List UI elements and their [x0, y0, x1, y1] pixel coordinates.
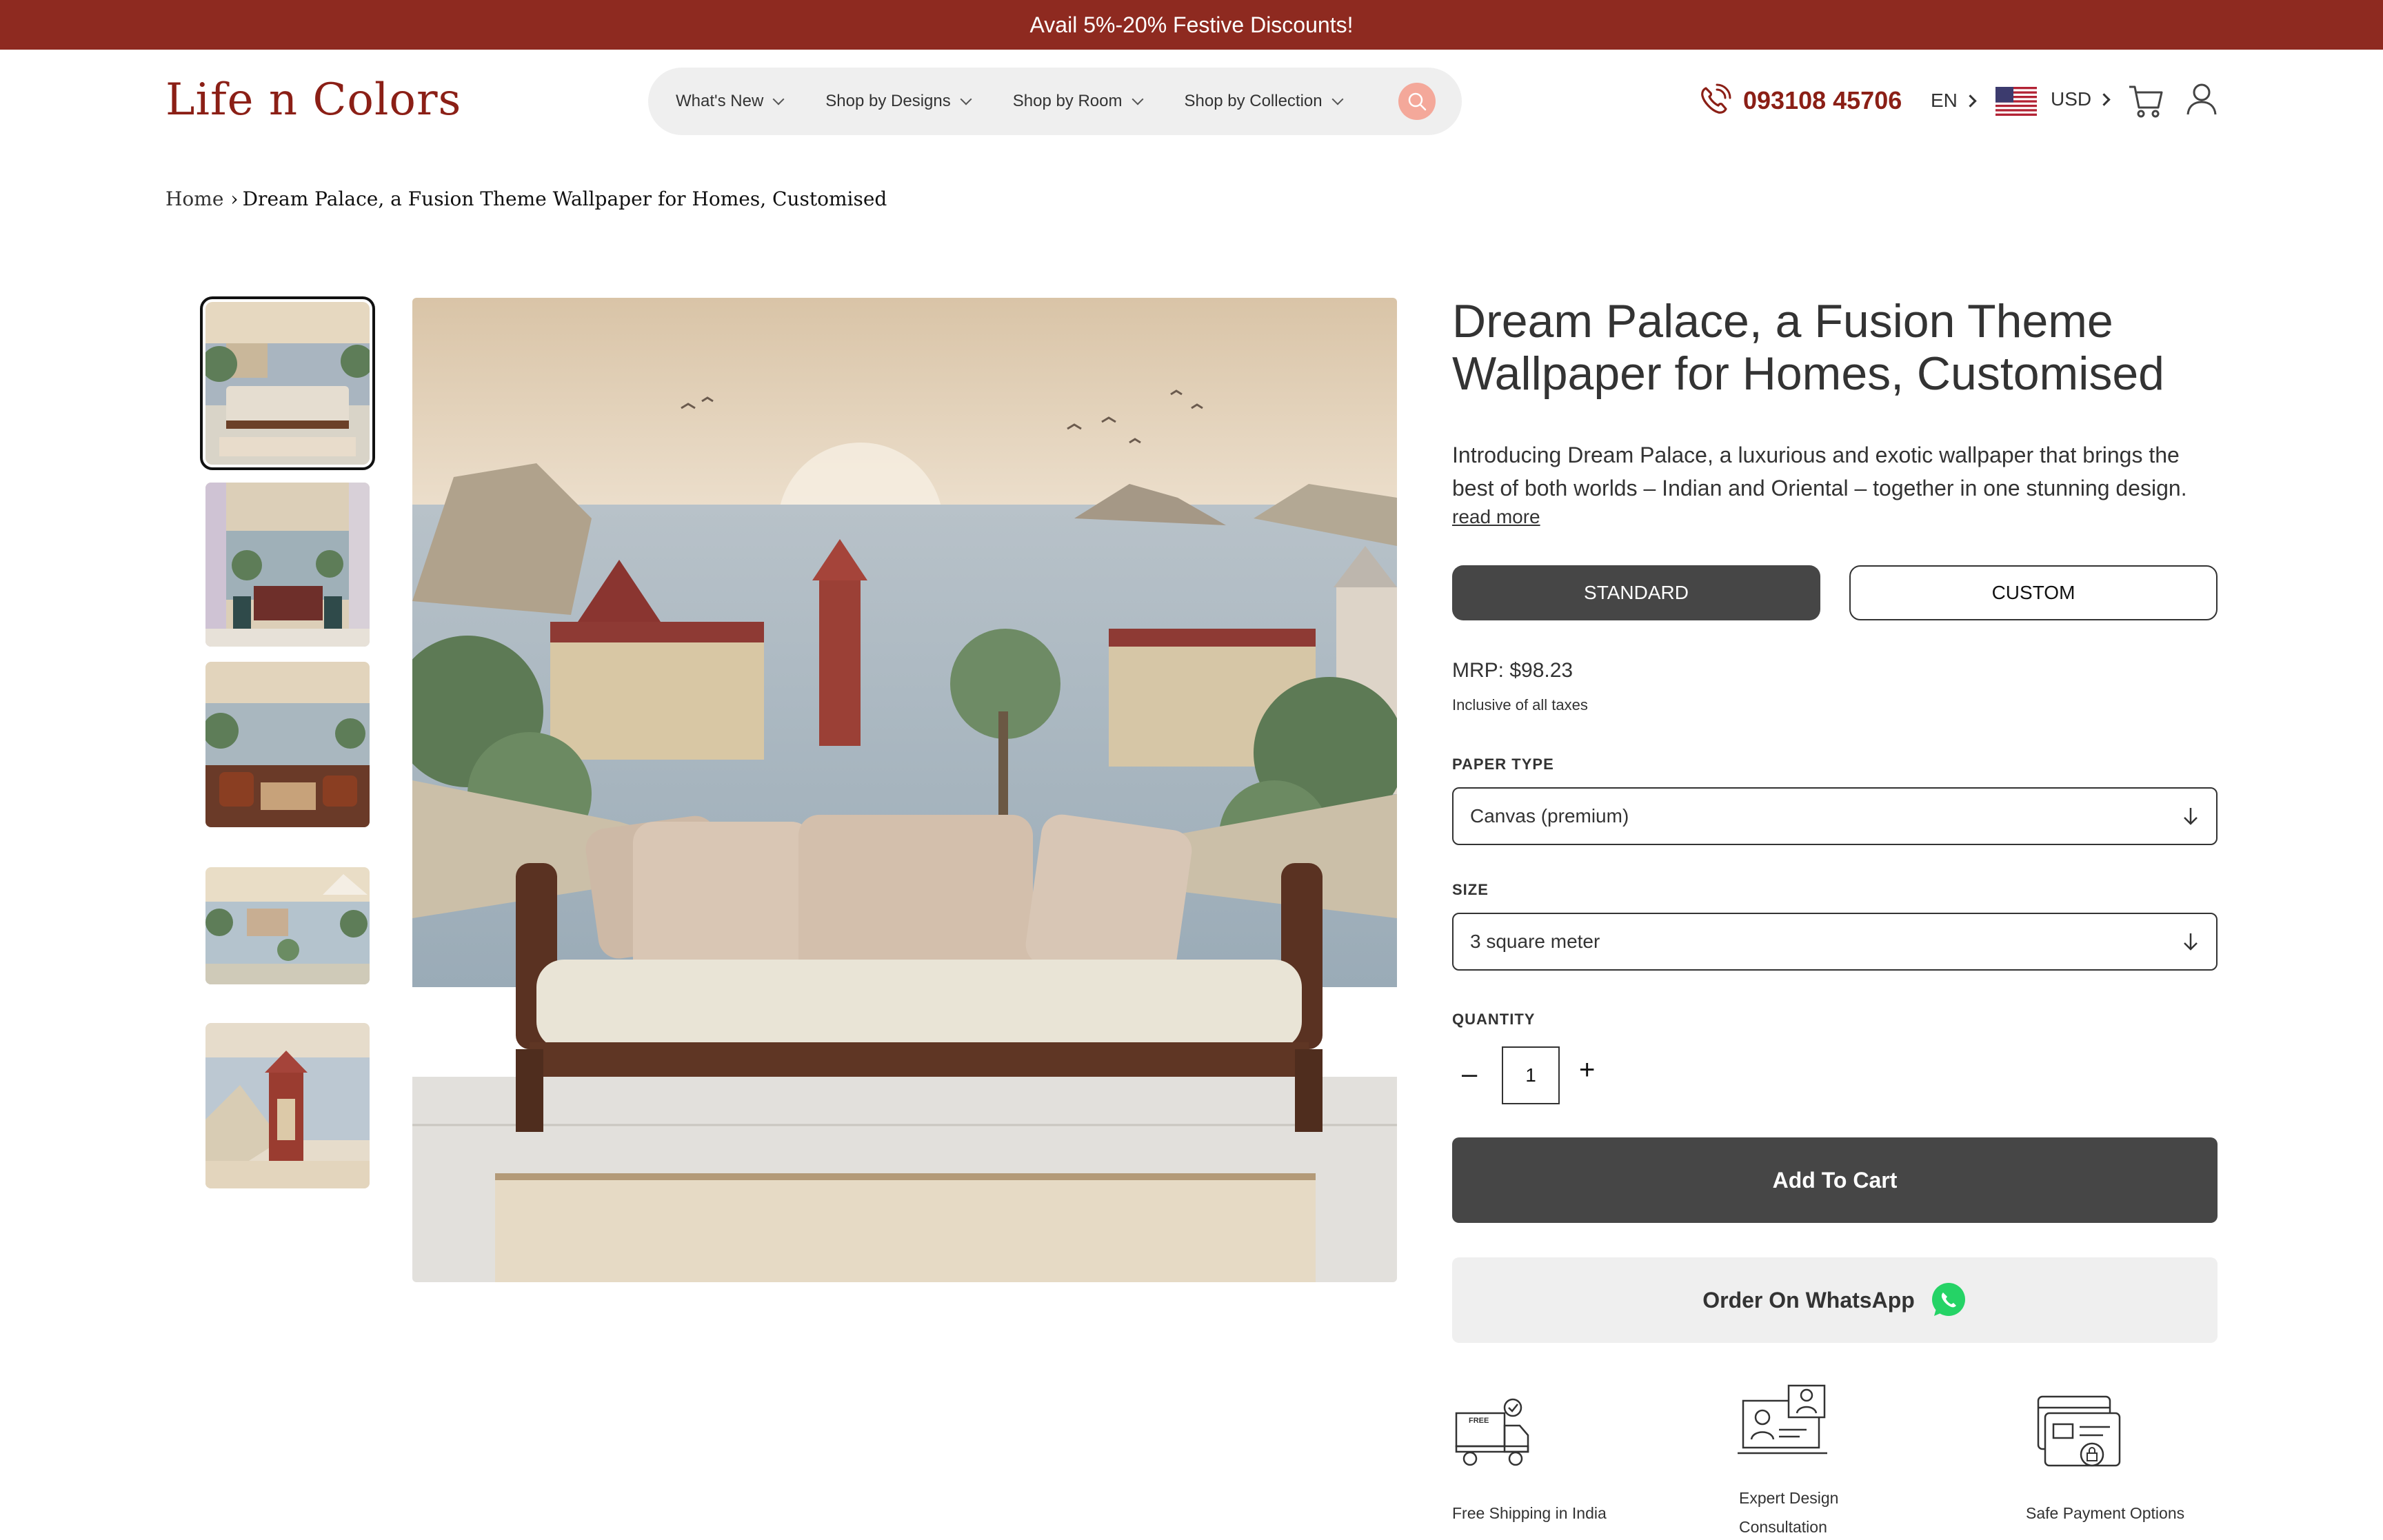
phone-icon [1701, 83, 1731, 114]
quantity-increase-button[interactable]: + [1579, 1055, 1595, 1086]
chevron-right-icon [1964, 94, 1977, 108]
design-consultation-label: Expert Design Consultation [1739, 1483, 1838, 1540]
nav-shop-by-collection-label: Shop by Collection [1184, 92, 1323, 110]
product-description-line-2: best of both worlds – Indian and Orienta… [1452, 476, 2187, 500]
safe-payment-label: Safe Payment Options [2026, 1504, 2185, 1522]
currency-label: USD [2051, 88, 2092, 110]
paper-type-select[interactable]: Canvas (premium) [1452, 787, 2218, 845]
nav-shop-by-designs-label: Shop by Designs [825, 92, 951, 110]
breadcrumb-home[interactable]: Home [165, 188, 223, 210]
search-button[interactable] [1398, 83, 1436, 120]
quantity-decrease-button[interactable]: – [1462, 1059, 1477, 1090]
cart-icon [2129, 85, 2163, 118]
product-description: Introducing Dream Palace, a luxurious an… [1452, 438, 2211, 505]
paper-type-value: Canvas (premium) [1470, 805, 1629, 827]
nav-shop-by-designs[interactable]: Shop by Designs [825, 92, 972, 111]
add-to-cart-button[interactable]: Add To Cart [1452, 1137, 2218, 1223]
breadcrumb-separator: › [230, 188, 239, 210]
account-button[interactable] [2184, 81, 2219, 121]
paper-type-label: PAPER TYPE [1452, 756, 1554, 773]
thumbnail-3[interactable] [205, 662, 370, 827]
phone-number: 093108 45706 [1743, 86, 1902, 114]
currency-selector[interactable]: USD [2051, 88, 2111, 110]
language-label: EN [1931, 90, 1958, 111]
main-nav: What's New Shop by Designs Shop by Room … [648, 68, 1462, 135]
size-label: SIZE [1452, 881, 1489, 898]
thumbnail-4[interactable] [205, 867, 370, 984]
design-consultation-label-line-1: Expert Design [1739, 1489, 1839, 1507]
nav-whats-new-label: What's New [676, 92, 764, 110]
arrow-down-icon [2184, 808, 2198, 825]
chevron-right-icon [2098, 92, 2111, 106]
product-title-line-1: Dream Palace, a Fusion Theme [1452, 295, 2113, 347]
breadcrumb: Home › Dream Palace, a Fusion Theme Wallpa… [165, 188, 887, 210]
us-flag-icon[interactable] [1995, 87, 2037, 116]
chevron-down-icon [1331, 93, 1344, 105]
thumbnail-1[interactable] [200, 296, 375, 470]
product-description-line-1: Introducing Dream Palace, a luxurious an… [1452, 443, 2180, 467]
safe-payment-icon [2034, 1392, 2121, 1472]
design-consultation-icon [1738, 1381, 1834, 1464]
free-shipping-label: Free Shipping in India [1452, 1504, 1607, 1522]
size-select[interactable]: 3 square meter [1452, 913, 2218, 971]
breadcrumb-current: Dream Palace, a Fusion Theme Wallpaper f… [242, 188, 887, 210]
size-value: 3 square meter [1470, 931, 1600, 952]
free-shipping-icon: FREE [1452, 1392, 1542, 1475]
product-price: MRP: $98.23 [1452, 659, 1573, 682]
search-icon [1408, 92, 1427, 111]
language-selector[interactable]: EN [1931, 90, 1977, 112]
design-consultation-label-line-2: Consultation [1739, 1518, 1827, 1536]
arrow-down-icon [2184, 933, 2198, 951]
tax-note: Inclusive of all taxes [1452, 696, 1588, 713]
chevron-down-icon [960, 93, 972, 105]
custom-option-button[interactable]: CUSTOM [1849, 565, 2218, 620]
product-main-image[interactable] [412, 298, 1397, 1282]
quantity-input[interactable]: 1 [1502, 1046, 1560, 1104]
user-icon [2186, 83, 2217, 115]
product-title-line-2: Wallpaper for Homes, Customised [1452, 347, 2164, 400]
order-whatsapp-button[interactable]: Order On WhatsApp [1452, 1257, 2218, 1343]
phone-link[interactable]: 093108 45706 [1696, 83, 1902, 119]
whatsapp-icon [1931, 1283, 1965, 1316]
thumbnail-5[interactable] [205, 1023, 370, 1188]
chevron-down-icon [772, 93, 785, 105]
cart-button[interactable] [2126, 81, 2165, 123]
announcement-bar: Avail 5%-20% Festive Discounts! [0, 0, 2383, 50]
thumbnail-2[interactable] [205, 483, 370, 647]
quantity-label: QUANTITY [1452, 1011, 1536, 1028]
nav-shop-by-collection[interactable]: Shop by Collection [1184, 92, 1344, 111]
order-whatsapp-label: Order On WhatsApp [1702, 1287, 1915, 1313]
nav-shop-by-room[interactable]: Shop by Room [1012, 92, 1143, 111]
nav-shop-by-room-label: Shop by Room [1012, 92, 1123, 110]
product-title: Dream Palace, a Fusion Theme Wallpaper f… [1452, 295, 2218, 400]
read-more-link[interactable]: read more [1452, 506, 1540, 528]
site-logo[interactable]: Life n Colors [165, 74, 461, 125]
free-tag: FREE [1469, 1417, 1489, 1425]
standard-option-button[interactable]: STANDARD [1452, 565, 1820, 620]
announcement-text: Avail 5%-20% Festive Discounts! [1029, 12, 1354, 37]
chevron-down-icon [1132, 93, 1143, 105]
nav-whats-new[interactable]: What's New [676, 92, 785, 111]
